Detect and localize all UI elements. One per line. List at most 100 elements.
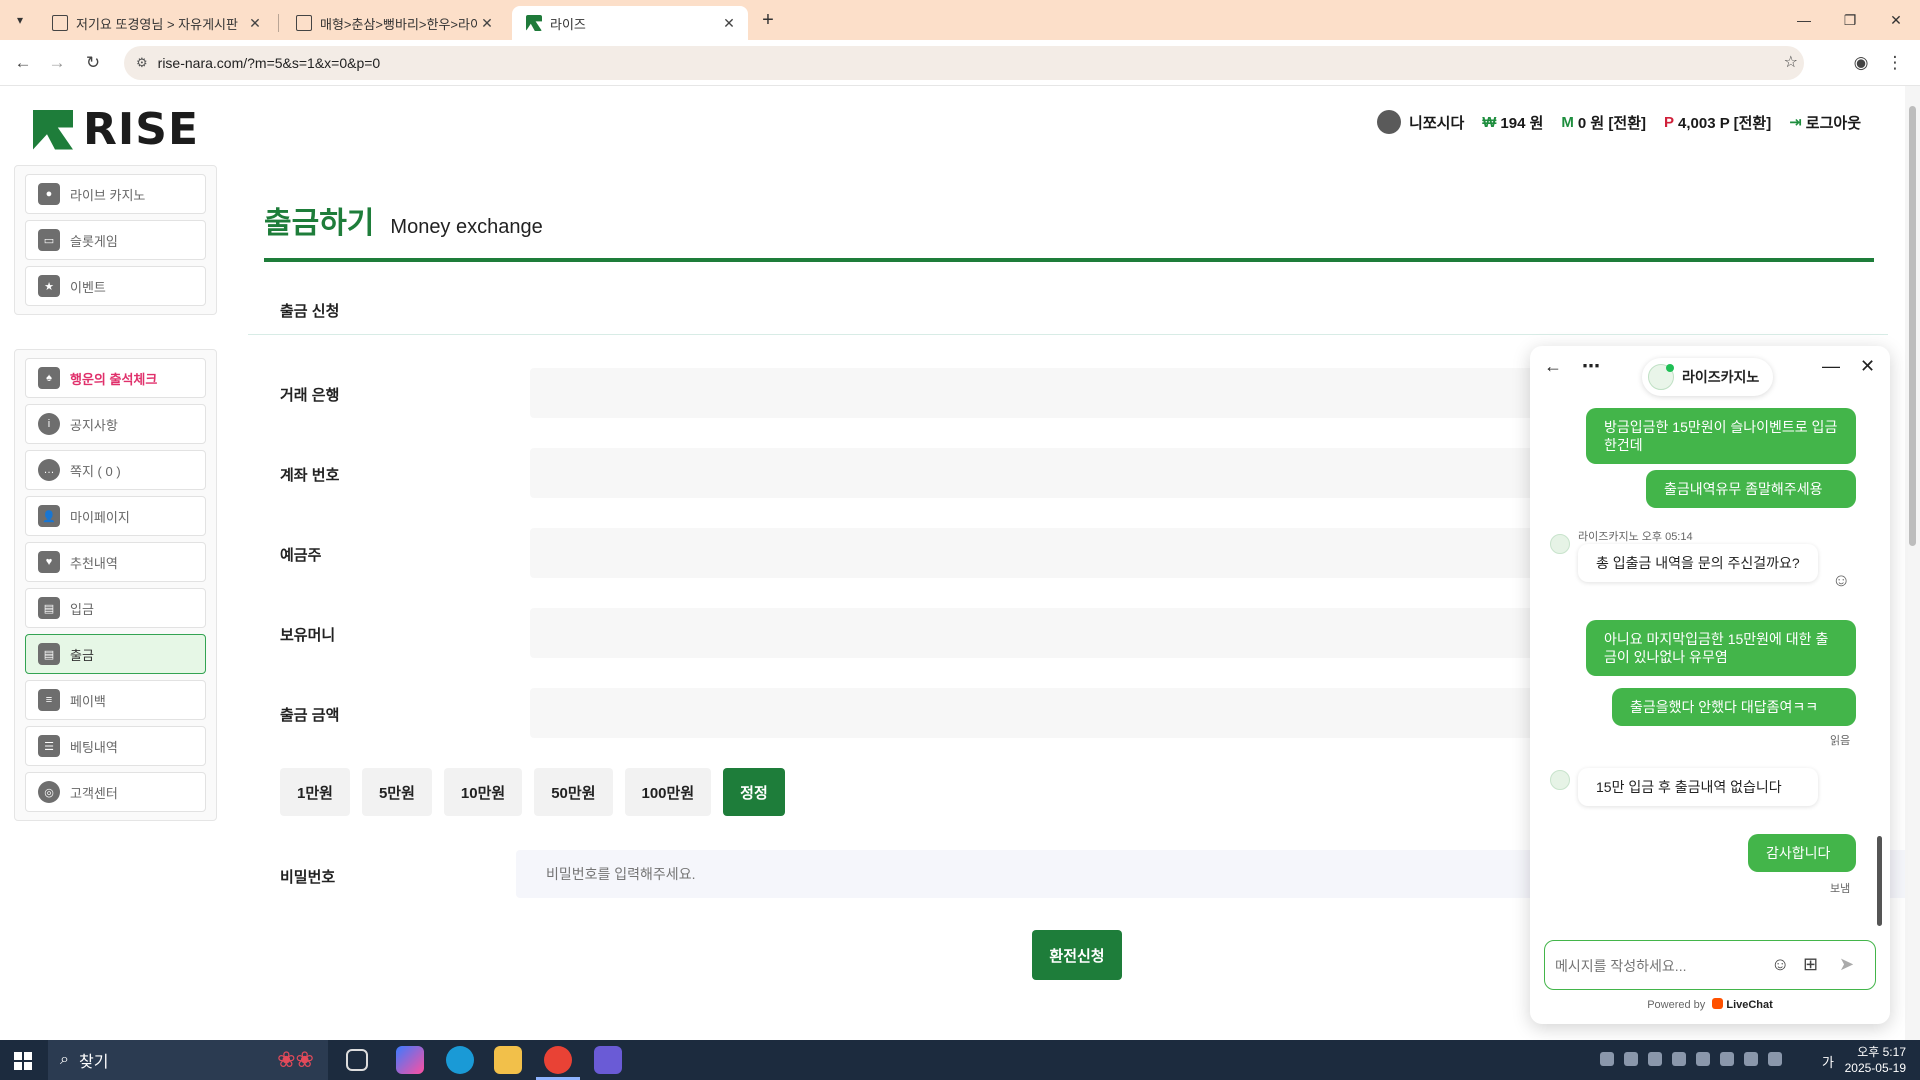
amount-100k-button[interactable]: 10만원 bbox=[443, 768, 523, 816]
page-scrollbar-thumb[interactable] bbox=[1909, 106, 1916, 546]
sidebar-item-notice[interactable]: i 공지사항 bbox=[25, 404, 206, 444]
agent-avatar-small bbox=[1550, 534, 1570, 554]
won-icon: ₩ bbox=[1482, 113, 1497, 131]
sidebar-item-referral[interactable]: ♥ 추천내역 bbox=[25, 542, 206, 582]
profile-icon[interactable]: ◉ bbox=[1848, 50, 1874, 76]
document-icon: ☰ bbox=[38, 735, 60, 757]
browser-menu-icon[interactable]: ⋮ bbox=[1882, 50, 1908, 76]
message-read-status: 읽음 bbox=[1830, 735, 1851, 747]
send-icon[interactable]: ➤ bbox=[1839, 954, 1854, 975]
tray-app-icon[interactable] bbox=[1696, 1052, 1710, 1066]
message-meta: 라이즈카지노 오후 05:14 bbox=[1578, 531, 1693, 543]
forward-arrow-icon[interactable]: → bbox=[44, 50, 70, 76]
sidebar-item-label: 고객센터 bbox=[70, 785, 118, 801]
submit-exchange-button[interactable]: 환전신청 bbox=[1032, 930, 1122, 980]
page-scrollbar[interactable] bbox=[1905, 86, 1920, 1040]
sidebar-item-withdraw[interactable]: ▤ 출금 bbox=[25, 634, 206, 674]
chat-message-user: 아니요 마지막입금한 15만원에 대한 출금이 있나없나 유무염 bbox=[1586, 620, 1856, 676]
minimize-window-icon[interactable]: — bbox=[1792, 8, 1816, 32]
sidebar-item-attendance[interactable]: ♠ 행운의 출석체크 bbox=[25, 358, 206, 398]
flowers-icon: ❀❀ bbox=[277, 1047, 314, 1072]
user-avatar-icon bbox=[1377, 110, 1402, 134]
sidebar-item-label: 이벤트 bbox=[70, 279, 106, 295]
page-title: 출금하기 Money exchange bbox=[264, 198, 543, 242]
headset-icon: ◎ bbox=[38, 781, 60, 803]
new-tab-plus-icon[interactable]: + bbox=[756, 8, 780, 32]
sidebar-item-slot[interactable]: ▭ 슬롯게임 bbox=[25, 220, 206, 260]
sidebar-item-label: 추천내역 bbox=[70, 555, 118, 571]
agent-name: 라이즈카지노 bbox=[1682, 369, 1760, 385]
attach-plus-icon[interactable]: ⊞ bbox=[1803, 954, 1818, 975]
ime-indicator[interactable]: 가 bbox=[1822, 1052, 1834, 1071]
volume-icon[interactable] bbox=[1768, 1052, 1782, 1066]
address-bar[interactable]: ⚙ rise-nara.com/?m=5&s=1&x=0&p=0 ☆ bbox=[124, 46, 1804, 80]
discord-icon[interactable] bbox=[1624, 1052, 1638, 1066]
browser-tab-1[interactable]: 저기요 또경영님 > 자유게시판 ✕ bbox=[38, 6, 274, 40]
back-arrow-icon[interactable]: ← bbox=[10, 50, 36, 76]
site-info-icon[interactable]: ⚙ bbox=[136, 55, 148, 71]
back-arrow-icon[interactable]: ← bbox=[1544, 356, 1562, 377]
emoji-icon[interactable]: ☺ bbox=[1771, 954, 1789, 975]
user-name: 니쪼시다 bbox=[1377, 110, 1464, 134]
close-tab-icon[interactable]: ✕ bbox=[720, 15, 738, 32]
powered-by[interactable]: Powered by LiveChat bbox=[1530, 998, 1890, 1011]
livechat-widget: ← ⋯ 라이즈카지노 — ✕ 방금입금한 15만원이 슬나이벤트로 입금한건데 … bbox=[1530, 346, 1890, 1024]
logout-button[interactable]: ⇥ 로그아웃 bbox=[1789, 112, 1861, 133]
m-balance-convert[interactable]: M 0 원 [전환] bbox=[1561, 112, 1646, 133]
reload-icon[interactable]: ↻ bbox=[80, 50, 106, 76]
more-options-icon[interactable]: ⋯ bbox=[1582, 356, 1600, 377]
wallet-icon: ▤ bbox=[38, 597, 60, 619]
reset-amount-button[interactable]: 정정 bbox=[723, 768, 785, 816]
tab-title: 저기요 또경영님 > 자유게시판 bbox=[76, 16, 238, 32]
minimize-chat-icon[interactable]: — bbox=[1822, 356, 1840, 377]
vpn-icon[interactable] bbox=[1648, 1052, 1662, 1066]
logout-text: 로그아웃 bbox=[1805, 114, 1861, 132]
points-convert[interactable]: P 4,003 P [전환] bbox=[1664, 112, 1771, 133]
amount-1m-button[interactable]: 100만원 bbox=[624, 768, 712, 816]
username-text: 니쪼시다 bbox=[1409, 114, 1465, 132]
close-chat-icon[interactable]: ✕ bbox=[1860, 356, 1875, 377]
amount-500k-button[interactable]: 50만원 bbox=[534, 768, 613, 816]
restore-window-icon[interactable]: ❐ bbox=[1838, 8, 1862, 32]
network-icon[interactable] bbox=[1744, 1052, 1758, 1066]
file-explorer-icon[interactable] bbox=[494, 1046, 522, 1074]
amount-50k-button[interactable]: 5만원 bbox=[361, 768, 432, 816]
sidebar-item-support[interactable]: ◎ 고객센터 bbox=[25, 772, 206, 812]
taskbar-search[interactable]: ⌕ 찾기 ❀❀ bbox=[48, 1040, 328, 1080]
sidebar-item-mypage[interactable]: 👤 마이페이지 bbox=[25, 496, 206, 536]
tab-search-chevron-icon[interactable]: ▾ bbox=[8, 8, 32, 32]
chat-message-user: 출금내역유무 좀말해주세용 bbox=[1646, 470, 1856, 508]
tray-app-icon[interactable] bbox=[1720, 1052, 1734, 1066]
tray-app-icon[interactable] bbox=[1600, 1052, 1614, 1066]
amount-10k-button[interactable]: 1만원 bbox=[280, 768, 350, 816]
chat-message-user: 방금입금한 15만원이 슬나이벤트로 입금한건데 bbox=[1586, 408, 1856, 464]
bookmark-star-icon[interactable]: ☆ bbox=[1784, 52, 1798, 72]
sidebar-item-deposit[interactable]: ▤ 입금 bbox=[25, 588, 206, 628]
clock[interactable]: 오후 5:17 2025-05-19 bbox=[1845, 1044, 1906, 1076]
chrome-browser-icon[interactable] bbox=[544, 1046, 572, 1074]
app-icon[interactable] bbox=[594, 1046, 622, 1074]
browser-tab-2[interactable]: 매형>춘삼>뻥바리>한우>라이 ✕ bbox=[282, 6, 506, 40]
sidebar-item-event[interactable]: ★ 이벤트 bbox=[25, 266, 206, 306]
windows-start-icon[interactable] bbox=[14, 1052, 32, 1070]
task-view-icon[interactable] bbox=[346, 1049, 368, 1071]
steam-icon[interactable] bbox=[1672, 1052, 1686, 1066]
add-reaction-icon[interactable]: ☺ bbox=[1832, 570, 1850, 591]
browser-tab-3-active[interactable]: 라이즈 ✕ bbox=[512, 6, 748, 40]
heart-icon: ♥ bbox=[38, 551, 60, 573]
edge-browser-icon[interactable] bbox=[446, 1046, 474, 1074]
close-window-icon[interactable]: ✕ bbox=[1884, 8, 1908, 32]
close-tab-icon[interactable]: ✕ bbox=[246, 15, 264, 32]
user-icon: 👤 bbox=[38, 505, 60, 527]
close-tab-icon[interactable]: ✕ bbox=[478, 15, 496, 32]
chat-scrollbar[interactable] bbox=[1877, 836, 1882, 926]
url-text: rise-nara.com/?m=5&s=1&x=0&p=0 bbox=[157, 55, 381, 71]
sidebar-item-payback[interactable]: ≡ 페이백 bbox=[25, 680, 206, 720]
powered-brand: LiveChat bbox=[1726, 999, 1773, 1011]
rise-logo[interactable]: RISE bbox=[33, 104, 199, 155]
sidebar-item-messages[interactable]: … 쪽지 ( 0 ) bbox=[25, 450, 206, 490]
chat-message-input[interactable] bbox=[1555, 953, 1765, 979]
copilot-icon[interactable] bbox=[396, 1046, 424, 1074]
sidebar-item-betting-history[interactable]: ☰ 베팅내역 bbox=[25, 726, 206, 766]
sidebar-item-live-casino[interactable]: ● 라이브 카지노 bbox=[25, 174, 206, 214]
